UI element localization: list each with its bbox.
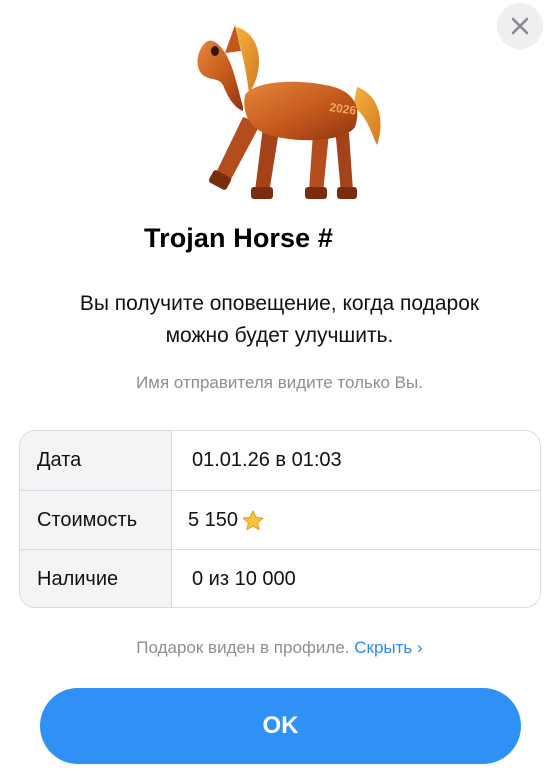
- price-value: 5 150: [188, 509, 239, 531]
- table-row-availability: Наличие 0 из 10 000: [20, 549, 540, 607]
- close-button[interactable]: [497, 3, 543, 49]
- close-icon: [511, 17, 529, 35]
- availability-value: 0 из 10 000: [192, 568, 296, 590]
- description-line-2: можно будет улучшить.: [165, 324, 394, 347]
- gift-details-table: Дата 01.01.26 в 01:03 Стоимость 5 150 На…: [19, 430, 541, 608]
- chevron-right-icon[interactable]: ›: [417, 638, 423, 657]
- table-row-date: Дата 01.01.26 в 01:03: [20, 431, 540, 490]
- visibility-text: Подарок виден в профиле.: [136, 638, 350, 657]
- star-icon: [242, 510, 264, 530]
- profile-visibility-note: Подарок виден в профиле. Скрыть ›: [0, 638, 559, 658]
- description-line-1: Вы получите оповещение, когда подарок: [79, 292, 480, 315]
- hide-link-label[interactable]: Скрыть: [354, 638, 412, 657]
- gift-description: Вы получите оповещение, когда подарок мо…: [0, 288, 559, 352]
- price-cell: 5 150: [172, 491, 540, 550]
- sender-note: Имя отправителя видите только Вы.: [136, 373, 423, 392]
- date-label: Дата: [20, 431, 172, 490]
- table-row-price: Стоимость 5 150: [20, 490, 540, 550]
- date-value: 01.01.26 в 01:03: [192, 449, 342, 471]
- ok-button[interactable]: OK: [40, 688, 521, 764]
- availability-label: Наличие: [20, 550, 172, 607]
- price-label: Стоимость: [20, 491, 172, 550]
- gift-title: Trojan Horse #: [144, 223, 333, 253]
- hide-link[interactable]: Скрыть ›: [354, 638, 422, 657]
- trojan-horse-gift-image: 2026: [197, 25, 381, 199]
